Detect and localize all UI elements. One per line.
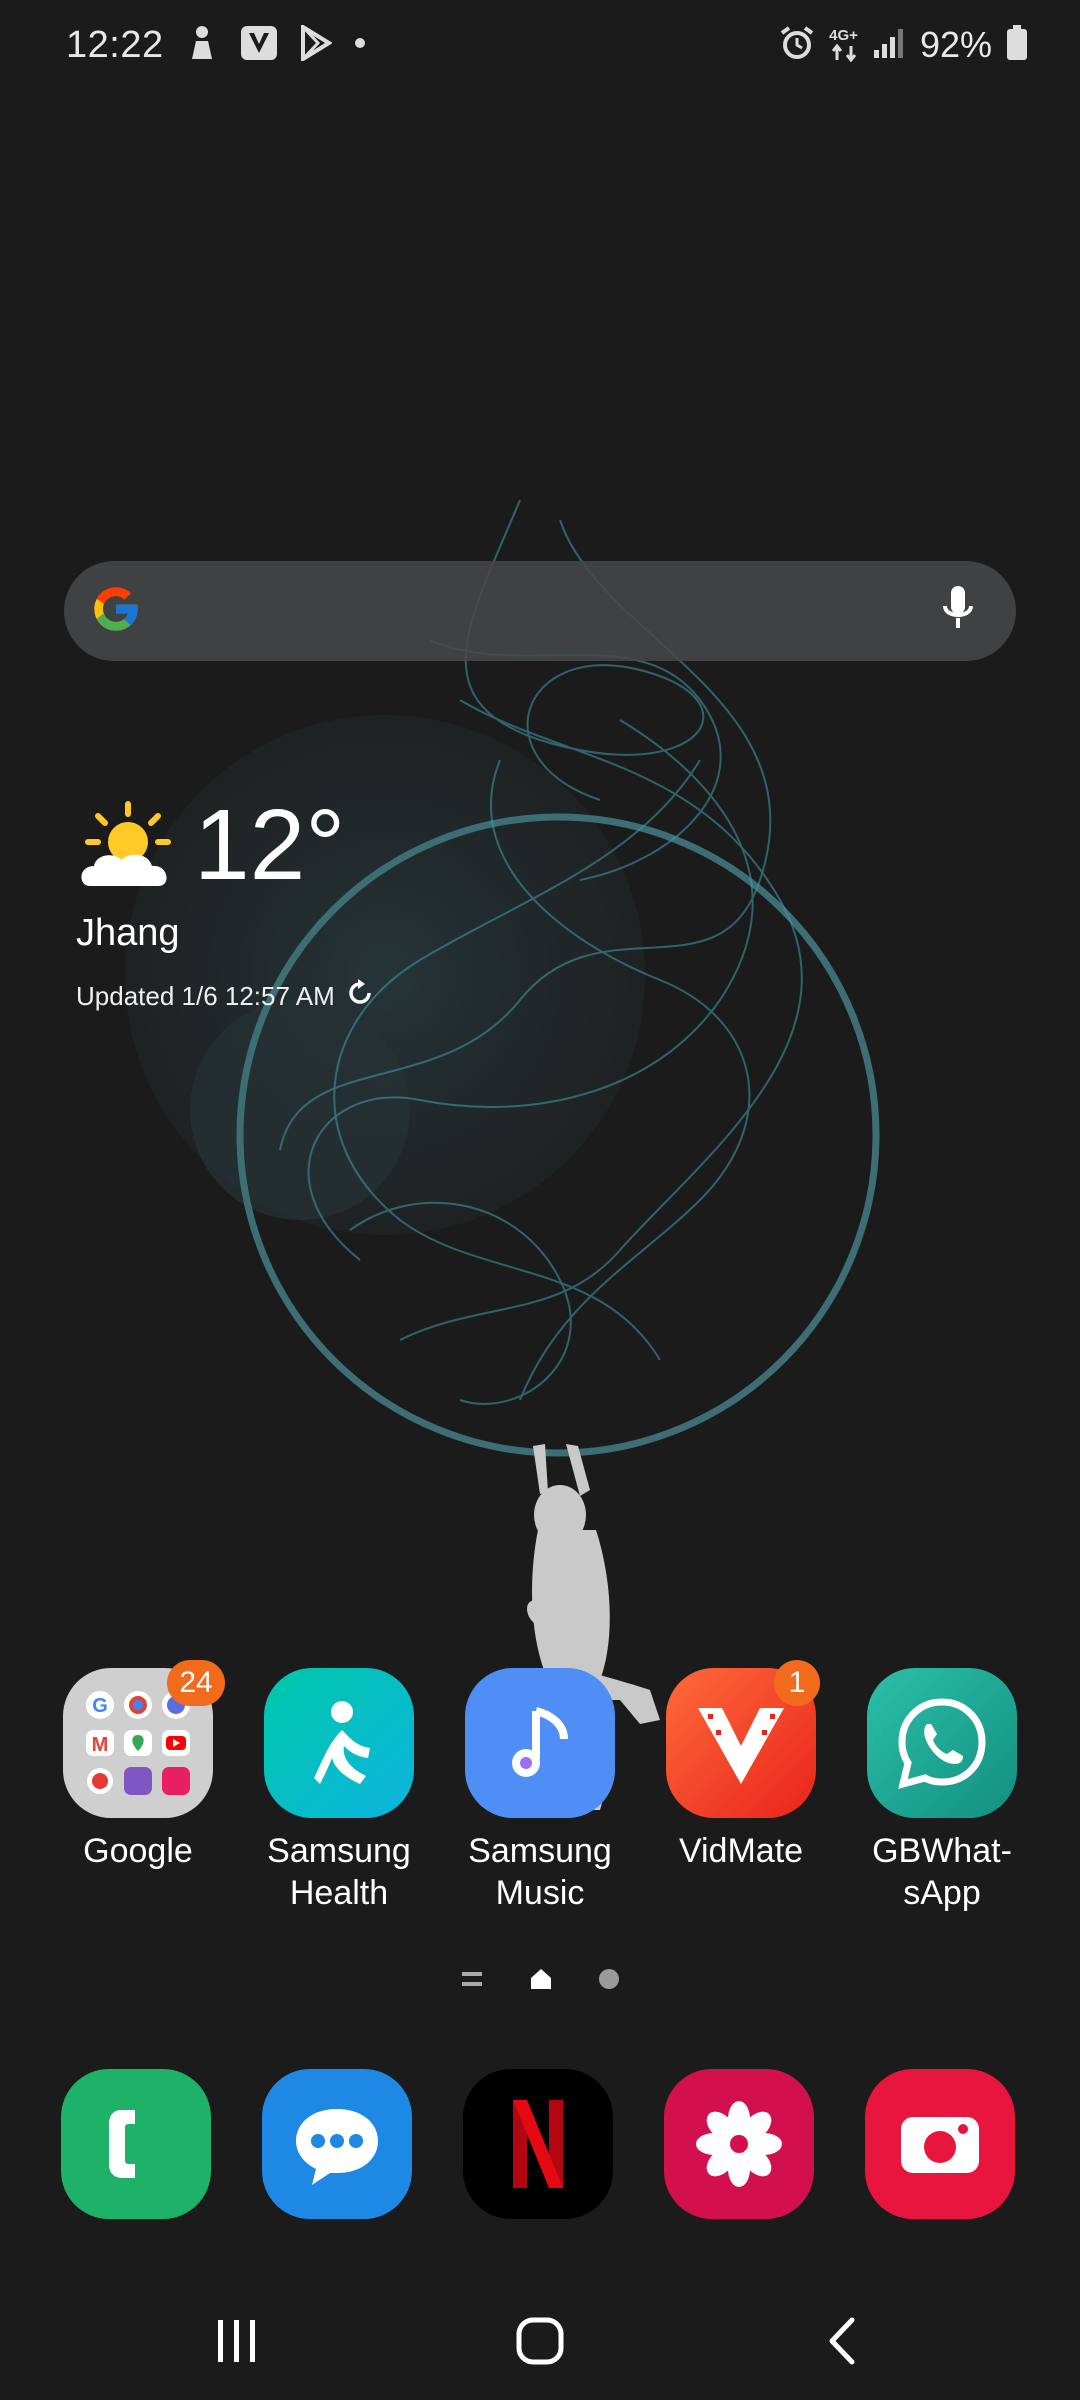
status-time: 12:22 <box>66 23 164 66</box>
notification-badge: 1 <box>774 1660 820 1706</box>
gallery-icon[interactable] <box>664 2069 814 2219</box>
status-bar-right: 4G+ 92% <box>779 14 1028 76</box>
google-folder-icon: G M 24 <box>63 1660 225 1818</box>
whatsapp-icon <box>867 1668 1017 1818</box>
label-line: sApp <box>903 1874 981 1912</box>
app-label: Samsung Health <box>249 1830 429 1914</box>
app-samsung-music[interactable]: Samsung Music <box>450 1668 630 1914</box>
camera-icon[interactable] <box>865 2069 1015 2219</box>
signal-icon <box>872 26 906 65</box>
label-line: GBWhat- <box>872 1832 1012 1870</box>
wallpaper-art <box>125 499 880 1810</box>
battery-icon <box>1006 24 1028 66</box>
app-label: Google <box>83 1832 193 1870</box>
refresh-icon[interactable] <box>345 978 375 1015</box>
vidmate-notification-icon <box>240 25 278 66</box>
play-store-icon <box>300 22 333 66</box>
weather-widget[interactable]: 12° Jhang Updated 1/6 12:57 AM <box>76 790 476 1030</box>
partly-sunny-icon <box>76 798 180 903</box>
data-arrows-icon: 4G+ <box>829 28 858 62</box>
mic-icon[interactable] <box>940 584 976 639</box>
page-list-icon[interactable] <box>460 1969 484 1994</box>
app-vidmate[interactable]: 1 VidMate <box>651 1660 831 1872</box>
alarm-icon <box>779 25 815 66</box>
label-line: Samsung <box>267 1832 411 1870</box>
page-indicator[interactable] <box>460 1966 620 1996</box>
person-notification-icon <box>186 25 218 66</box>
home-icon[interactable] <box>515 2316 565 2371</box>
app-google-folder[interactable]: G M 24 Google <box>48 1660 228 1872</box>
page-dot-icon[interactable] <box>598 1968 620 1995</box>
back-icon[interactable] <box>822 2316 862 2371</box>
updated-text: Updated 1/6 12:57 AM <box>76 981 335 1011</box>
google-search-bar[interactable] <box>64 561 1016 661</box>
status-bar-left: 12:22 <box>66 14 366 76</box>
messages-icon[interactable] <box>262 2069 412 2219</box>
label-line: Health <box>289 1874 389 1912</box>
samsung-music-icon <box>465 1668 615 1818</box>
page-home-icon[interactable] <box>529 1967 553 1996</box>
phone-icon[interactable] <box>61 2069 211 2219</box>
vidmate-icon: 1 <box>666 1660 820 1818</box>
netflix-icon[interactable] <box>463 2069 613 2219</box>
network-type: 4G+ <box>829 27 858 44</box>
label-line: Music <box>495 1874 585 1912</box>
app-label: GBWhat-sApp <box>852 1830 1032 1914</box>
app-label: Samsung Music <box>450 1830 630 1914</box>
google-g-icon <box>90 583 142 640</box>
dot-icon <box>354 36 366 54</box>
battery-percent: 92% <box>919 24 992 65</box>
svg-text:M: M <box>92 1734 109 1756</box>
app-gbwhatsapp[interactable]: GBWhat-sApp <box>852 1668 1032 1914</box>
samsung-health-icon <box>264 1668 414 1818</box>
navigation-bar <box>0 2290 1080 2390</box>
svg-text:G: G <box>92 1695 108 1717</box>
label-line: Samsung <box>468 1832 612 1870</box>
notification-badge: 24 <box>167 1660 225 1706</box>
app-label: VidMate <box>678 1832 804 1870</box>
temperature: 12° <box>194 789 346 901</box>
weather-updated: Updated 1/6 12:57 AM <box>76 978 375 1015</box>
city-name: Jhang <box>76 912 180 954</box>
app-samsung-health[interactable]: Samsung Health <box>249 1668 429 1914</box>
recents-icon[interactable] <box>212 2316 262 2371</box>
